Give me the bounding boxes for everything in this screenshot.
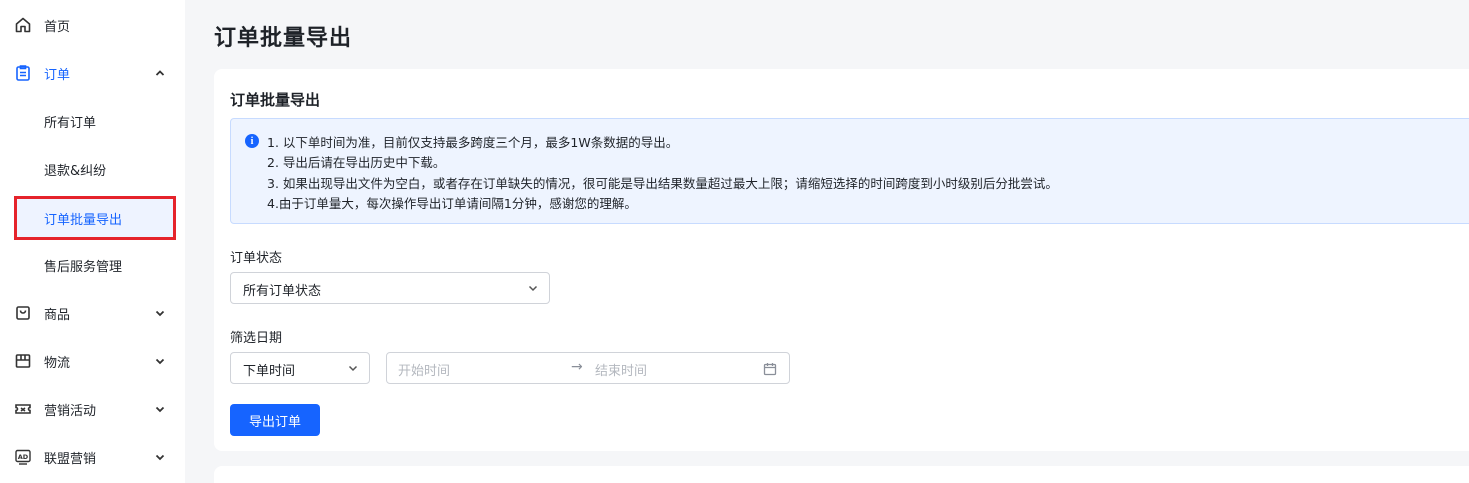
chevron-up-icon — [153, 66, 167, 80]
sub-label-all-orders: 所有订单 — [44, 115, 97, 131]
nav-label-logistics: 物流 — [44, 355, 71, 371]
nav-label-marketing: 营销活动 — [44, 403, 97, 419]
svg-text:AD: AD — [18, 453, 29, 461]
start-date-input[interactable]: 开始时间 — [398, 360, 450, 379]
order-status-select[interactable]: 所有订单状态 — [230, 272, 550, 304]
date-type-value: 下单时间 — [243, 364, 296, 379]
nav-label-products: 商品 — [44, 307, 71, 323]
notice-line-4: 4.由于订单量大，每次操作导出订单请间隔1分钟，感谢您的理解。 — [267, 196, 637, 211]
nav-item-products[interactable]: 商品 — [0, 291, 185, 335]
nav-item-affiliate[interactable]: AD 联盟营销 — [0, 435, 185, 479]
notice-line-1: 1. 以下单时间为准，目前仅支持最多跨度三个月，最多1W条数据的导出。 — [267, 135, 679, 150]
order-status-label: 订单状态 — [230, 251, 283, 266]
nav-label-home: 首页 — [44, 19, 71, 35]
card-title: 订单批量导出 — [230, 91, 321, 109]
nav-label-affiliate: 联盟营销 — [44, 451, 97, 467]
nav-item-logistics[interactable]: 物流 — [0, 339, 185, 383]
sub-label-batch-export: 订单批量导出 — [44, 212, 123, 228]
notice-line-3: 3. 如果出现导出文件为空白，或者存在订单缺失的情况，很可能是导出结果数量超过最… — [267, 176, 1058, 191]
calendar-icon[interactable] — [763, 362, 777, 376]
info-notice: i 1. 以下单时间为准，目前仅支持最多跨度三个月，最多1W条数据的导出。 2.… — [230, 118, 1469, 224]
sub-item-all-orders[interactable]: 所有订单 — [0, 99, 185, 143]
sub-label-after-sales: 售后服务管理 — [44, 259, 123, 275]
date-range-picker[interactable]: 开始时间 → 结束时间 — [386, 352, 790, 384]
date-filter-label: 筛选日期 — [230, 331, 283, 346]
nav-item-home[interactable]: 首页 — [0, 3, 185, 47]
info-icon: i — [245, 134, 259, 148]
secondary-card — [214, 466, 1469, 483]
chevron-down-icon — [153, 306, 167, 320]
chevron-down-icon — [527, 282, 539, 294]
ad-icon: AD — [13, 447, 33, 467]
page-title: 订单批量导出 — [214, 26, 353, 51]
chevron-down-icon — [153, 450, 167, 464]
nav-label-orders: 订单 — [44, 67, 71, 83]
shopping-bag-icon — [13, 303, 33, 323]
notice-line-2: 2. 导出后请在导出历史中下载。 — [267, 155, 446, 170]
sidebar: 首页 订单 所有订单 退款&纠纷 订单批量导出 售后服务管理 商品 物流 营销活… — [0, 0, 185, 483]
order-status-value: 所有订单状态 — [243, 284, 322, 299]
home-icon — [13, 15, 33, 35]
end-date-input[interactable]: 结束时间 — [595, 360, 647, 379]
chevron-down-icon — [347, 362, 359, 374]
package-icon — [13, 351, 33, 371]
range-separator: → — [571, 359, 583, 375]
nav-item-marketing[interactable]: 营销活动 — [0, 387, 185, 431]
nav-item-orders[interactable]: 订单 — [0, 51, 185, 95]
sub-item-batch-export[interactable]: 订单批量导出 — [14, 196, 176, 240]
export-card: 订单批量导出 i 1. 以下单时间为准，目前仅支持最多跨度三个月，最多1W条数据… — [214, 69, 1469, 451]
sub-label-refunds: 退款&纠纷 — [44, 163, 107, 179]
date-type-select[interactable]: 下单时间 — [230, 352, 370, 384]
sub-item-after-sales[interactable]: 售后服务管理 — [0, 243, 185, 287]
ticket-icon — [13, 399, 33, 419]
chevron-down-icon — [153, 402, 167, 416]
export-orders-button[interactable]: 导出订单 — [230, 404, 320, 436]
clipboard-icon — [13, 63, 33, 83]
chevron-down-icon — [153, 354, 167, 368]
sub-item-refunds[interactable]: 退款&纠纷 — [0, 147, 185, 191]
